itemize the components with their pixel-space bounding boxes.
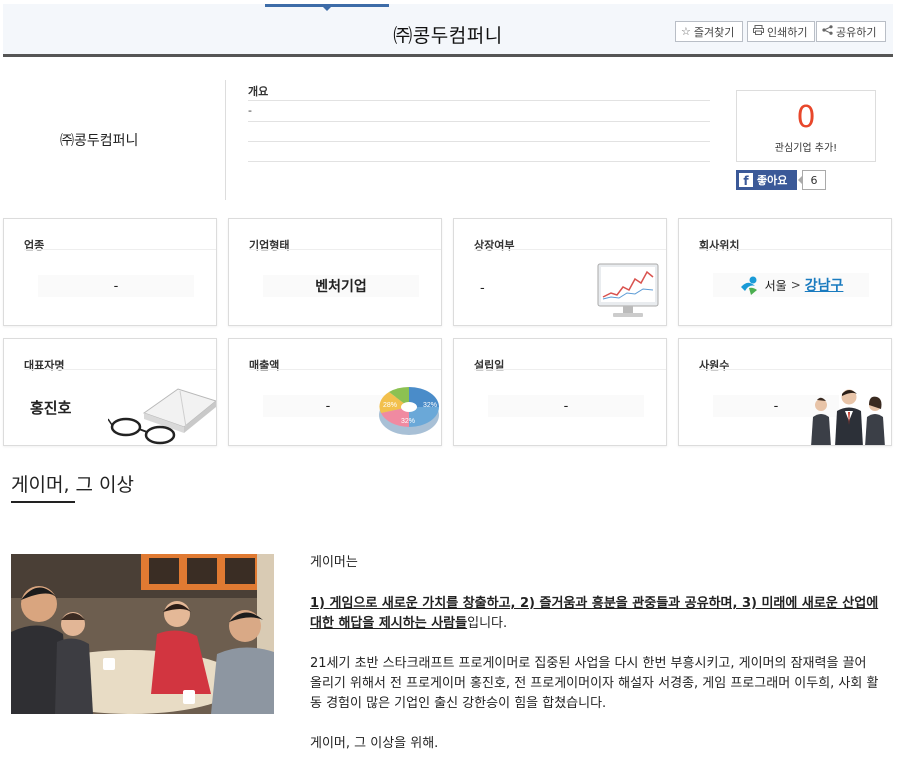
book-glasses-icon [108, 388, 216, 445]
overview-rule [248, 121, 710, 122]
card-value: - [480, 281, 485, 296]
location-region: 서울 [764, 278, 787, 293]
pie-chart-icon: 32% 32% 28% [379, 386, 439, 435]
card-ceo: 대표자명 홍진호 [3, 338, 217, 446]
pie-label: 32% [423, 402, 437, 409]
share-icon [822, 25, 833, 38]
pie-label: 28% [383, 402, 397, 409]
description-intro: 게이머는 [310, 555, 358, 570]
description-closing: 게이머, 그 이상을 위해. [310, 736, 439, 751]
location-breadcrumb: 서울 > 강남구 [713, 273, 869, 297]
interest-company-button[interactable]: 0 관심기업 추가! [736, 90, 876, 162]
page-header: ㈜콩두컴퍼니 ☆ 즐겨찾기 인쇄하기 공유하기 [3, 4, 893, 57]
overview-label: 개요 [248, 85, 269, 98]
description-body: 21세기 초반 스타크래프트 프로게이머로 집중된 사업을 다시 한번 부흥시키… [310, 656, 879, 711]
location-separator: > [790, 278, 801, 292]
share-button[interactable]: 공유하기 [816, 21, 886, 42]
overview-rule [248, 161, 710, 162]
team-photo [11, 554, 274, 714]
card-title: 상장여부 [474, 239, 515, 252]
description-highlight-suffix: 입니다. [467, 616, 508, 631]
card-rule [24, 369, 216, 370]
card-rule [249, 249, 441, 250]
card-title: 설립일 [474, 359, 505, 372]
card-title: 기업형태 [249, 239, 290, 252]
bookmark-button-label: 즐겨찾기 [693, 25, 735, 39]
star-icon: ☆ [681, 25, 691, 38]
card-listing-status: 상장여부 - [453, 218, 667, 326]
bookmark-button[interactable]: ☆ 즐겨찾기 [675, 21, 743, 42]
share-button-label: 공유하기 [836, 25, 877, 39]
card-revenue: 매출액 - 32% 32% 28% [228, 338, 442, 446]
overview-rule [248, 100, 710, 101]
card-location: 회사위치 서울 > 강남구 [678, 218, 892, 326]
card-rule [699, 369, 891, 370]
pie-label: 32% [401, 418, 415, 425]
card-title: 대표자명 [24, 359, 65, 372]
card-title: 사원수 [699, 359, 730, 372]
description-highlight: 1) 게임으로 새로운 가치를 창출하고, 2) 즐거움과 흥분을 관중들과 공… [310, 596, 879, 631]
card-industry: 업종 - [3, 218, 217, 326]
seoul-logo-icon [740, 276, 757, 295]
card-employees: 사원수 - [678, 338, 892, 446]
printer-icon [753, 25, 764, 38]
facebook-icon: f [739, 173, 753, 187]
profile-divider [225, 80, 226, 200]
card-rule [24, 249, 216, 250]
location-district-link[interactable]: 강남구 [805, 275, 844, 295]
card-rule [249, 369, 441, 370]
print-button[interactable]: 인쇄하기 [747, 21, 815, 42]
overview-rule [248, 141, 710, 142]
overview-text: - [248, 104, 252, 117]
company-name: ㈜콩두컴퍼니 [60, 133, 139, 149]
facebook-like-button[interactable]: f 좋아요 [736, 170, 797, 190]
section-underline [11, 501, 75, 503]
stock-monitor-icon [597, 263, 659, 317]
header-accent-notch [323, 7, 331, 11]
card-title: 업종 [24, 239, 45, 252]
like-label: 좋아요 [757, 174, 788, 187]
card-company-type: 기업형태 벤처기업 [228, 218, 442, 326]
card-rule [474, 249, 666, 250]
employees-icon [811, 389, 885, 445]
card-founded-date: 설립일 - [453, 338, 667, 446]
card-value: - [488, 395, 644, 417]
card-value: 벤처기업 [263, 275, 419, 297]
card-value: 홍진호 [30, 399, 72, 417]
card-title: 매출액 [249, 359, 280, 372]
like-count: 6 [798, 170, 826, 190]
card-value: - [38, 275, 194, 297]
print-button-label: 인쇄하기 [767, 25, 808, 39]
description-highlight-paragraph: 1) 게임으로 새로운 가치를 창출하고, 2) 즐거움과 흥분을 관중들과 공… [310, 594, 880, 634]
section-title: 게이머, 그 이상 [11, 474, 134, 496]
interest-count: 0 [796, 100, 816, 135]
interest-label: 관심기업 추가! [774, 143, 838, 154]
card-value: - [263, 395, 393, 417]
card-rule [474, 369, 666, 370]
card-title: 회사위치 [699, 239, 740, 252]
card-rule [699, 249, 891, 250]
